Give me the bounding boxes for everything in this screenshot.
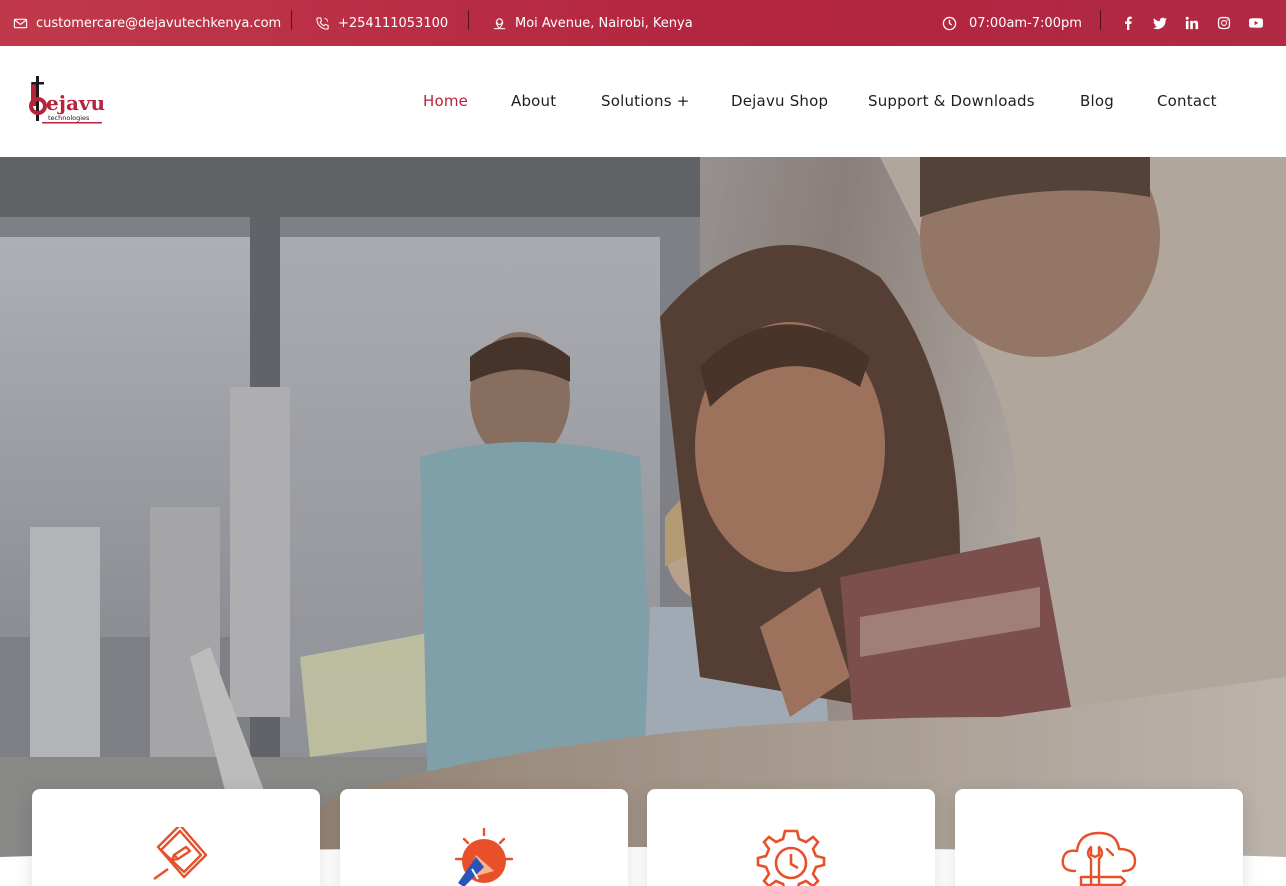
gear-clock-icon — [756, 829, 826, 886]
feature-card-4[interactable] — [955, 789, 1243, 886]
idea-lightbulb-icon — [454, 827, 514, 886]
nav-solutions[interactable]: Solutions + — [601, 92, 689, 110]
hours-text: 07:00am-7:00pm — [969, 15, 1082, 31]
instagram-icon[interactable] — [1216, 15, 1232, 31]
linkedin-icon[interactable] — [1184, 15, 1200, 31]
twitter-icon[interactable] — [1152, 15, 1168, 31]
main-navigation: Home About Solutions + Dejavu Shop Suppo… — [0, 46, 1286, 157]
phone-contact[interactable]: +254111053100 — [314, 0, 448, 46]
feature-card-2[interactable] — [340, 789, 628, 886]
business-hours: 07:00am-7:00pm — [941, 0, 1082, 46]
address-text: Moi Avenue, Nairobi, Kenya — [515, 15, 693, 31]
divider — [468, 10, 469, 30]
mail-icon — [12, 15, 28, 31]
divider — [1100, 10, 1101, 30]
phone-text: +254111053100 — [338, 15, 449, 31]
youtube-icon[interactable] — [1248, 15, 1264, 31]
divider — [291, 10, 292, 30]
phone-icon — [314, 15, 330, 31]
site-header: ejavu technologies Home About Solutions … — [0, 46, 1286, 157]
clock-icon — [941, 15, 957, 31]
nav-contact[interactable]: Contact — [1157, 92, 1217, 110]
feature-card-3[interactable] — [647, 789, 935, 886]
location-icon — [491, 15, 507, 31]
top-contact-bar: customercare@dejavutechkenya.com +254111… — [0, 0, 1286, 46]
cloud-tools-icon — [1061, 831, 1137, 886]
facebook-icon[interactable] — [1120, 15, 1136, 31]
email-text: customercare@dejavutechkenya.com — [36, 15, 282, 31]
hero-banner-image — [0, 157, 1286, 886]
nav-blog[interactable]: Blog — [1080, 92, 1114, 110]
nav-support-downloads[interactable]: Support & Downloads — [868, 92, 1035, 110]
feature-card-1[interactable] — [32, 789, 320, 886]
email-contact[interactable]: customercare@dejavutechkenya.com — [12, 0, 281, 46]
nav-about[interactable]: About — [511, 92, 556, 110]
social-links — [1120, 0, 1264, 46]
hero-office-scene — [0, 157, 1286, 886]
address-contact: Moi Avenue, Nairobi, Kenya — [491, 0, 693, 46]
pen-document-icon — [153, 827, 208, 880]
nav-home[interactable]: Home — [423, 92, 468, 110]
nav-dejavu-shop[interactable]: Dejavu Shop — [731, 92, 828, 110]
